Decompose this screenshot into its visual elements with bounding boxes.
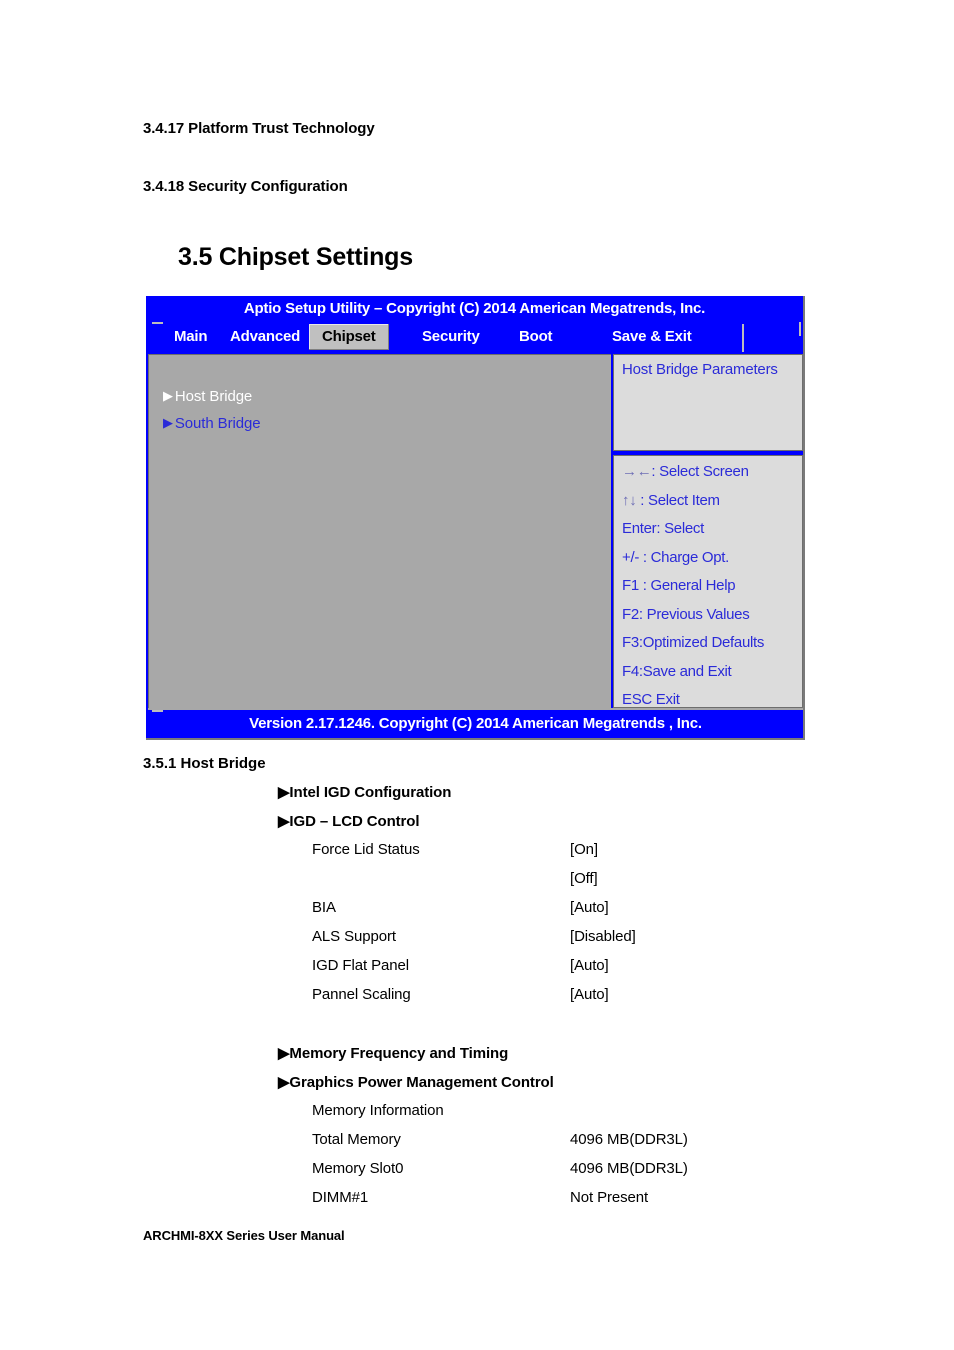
legend-save-and-exit: F4:Save and Exit bbox=[622, 662, 732, 680]
bios-help-title-panel: Host Bridge Parameters bbox=[613, 354, 803, 451]
legend-enter-select: Enter: Select bbox=[622, 520, 704, 537]
setting-value: [Auto] bbox=[570, 957, 609, 974]
menu-left-tick bbox=[152, 322, 163, 324]
setting-value: [Auto] bbox=[570, 986, 609, 1003]
arrow-left-right-icon: →← bbox=[622, 463, 652, 480]
setting-value: 4096 MB(DDR3L) bbox=[570, 1160, 688, 1177]
setting-label: ▶IGD – LCD Control bbox=[278, 813, 420, 830]
triangle-right-icon: ▶ bbox=[163, 388, 173, 403]
setting-value: [Disabled] bbox=[570, 928, 636, 945]
legend-previous-values: F2: Previous Values bbox=[622, 605, 750, 623]
setting-value: [Auto] bbox=[570, 899, 609, 916]
setting-label: Memory Information bbox=[312, 1102, 444, 1119]
menu-entry-host-bridge-label: Host Bridge bbox=[174, 388, 253, 405]
page-footer: ARCHMI-8XX Series User Manual bbox=[143, 1228, 345, 1243]
bios-screenshot: Aptio Setup Utility – Copyright (C) 2014… bbox=[146, 296, 805, 740]
tab-main[interactable]: Main bbox=[174, 324, 208, 350]
legend-esc-exit: ESC Exit bbox=[622, 691, 680, 708]
setting-value: [On] bbox=[570, 841, 598, 858]
bios-left-panel: ▶ Host Bridge ▶ South Bridge bbox=[148, 354, 611, 708]
setting-label: Pannel Scaling bbox=[312, 986, 411, 1003]
setting-label: Total Memory bbox=[312, 1131, 401, 1148]
legend-general-help: F1 : General Help bbox=[622, 577, 736, 594]
setting-value: Not Present bbox=[570, 1189, 649, 1206]
setting-label: Force Lid Status bbox=[312, 841, 420, 858]
setting-label: ▶Intel IGD Configuration bbox=[278, 784, 452, 801]
menu-edge-rule bbox=[799, 322, 801, 336]
heading-3-4-17: 3.4.17 Platform Trust Technology bbox=[143, 120, 375, 137]
legend-charge-opt: +/- : Charge Opt. bbox=[622, 548, 730, 566]
bios-key-legend-panel: →←: Select Screen ↑↓ : Select Item Enter… bbox=[613, 455, 803, 708]
setting-label: ALS Support bbox=[312, 928, 396, 945]
menu-separator-rule bbox=[742, 324, 744, 352]
legend-optimized-defaults: F3:Optimized Defaults bbox=[622, 634, 765, 651]
legend-select-screen-label: : Select Screen bbox=[651, 463, 749, 480]
menu-entry-south-bridge[interactable]: ▶ South Bridge bbox=[163, 415, 261, 432]
setting-value: 4096 MB(DDR3L) bbox=[570, 1131, 688, 1148]
setting-label: DIMM#1 bbox=[312, 1189, 369, 1206]
bios-version-bar: Version 2.17.1246. Copyright (C) 2014 Am… bbox=[148, 710, 803, 738]
triangle-right-icon: ▶ bbox=[163, 415, 173, 430]
legend-select-item: ↑↓ : Select Item bbox=[622, 492, 720, 509]
help-title-text: Host Bridge Parameters bbox=[622, 361, 778, 378]
tab-security[interactable]: Security bbox=[422, 324, 480, 350]
setting-label: ▶Memory Frequency and Timing bbox=[278, 1045, 509, 1062]
tab-boot[interactable]: Boot bbox=[519, 324, 553, 350]
tab-chipset[interactable]: Chipset bbox=[309, 324, 389, 350]
arrow-up-down-icon: ↑↓ bbox=[622, 491, 637, 509]
setting-label: IGD Flat Panel bbox=[312, 957, 409, 974]
tab-advanced[interactable]: Advanced bbox=[230, 324, 300, 350]
page-title: 3.5 Chipset Settings bbox=[178, 243, 413, 271]
bios-menu-bar: Main Advanced Chipset Security Boot Save… bbox=[146, 322, 803, 352]
heading-3-4-18: 3.4.18 Security Configuration bbox=[143, 178, 348, 195]
bios-title-bar: Aptio Setup Utility – Copyright (C) 2014… bbox=[243, 300, 706, 317]
setting-label: BIA bbox=[312, 899, 336, 916]
menu-entry-host-bridge[interactable]: ▶ Host Bridge bbox=[163, 388, 252, 405]
legend-select-screen: →←: Select Screen bbox=[622, 463, 749, 480]
tab-save-and-exit[interactable]: Save & Exit bbox=[612, 324, 692, 350]
version-bar-tick bbox=[152, 710, 163, 712]
legend-select-item-label: : Select Item bbox=[636, 491, 720, 509]
setting-value: [Off] bbox=[570, 870, 598, 887]
menu-entry-south-bridge-label: South Bridge bbox=[174, 415, 261, 432]
setting-label: ▶Graphics Power Management Control bbox=[278, 1074, 554, 1091]
subsection-title: 3.5.1 Host Bridge bbox=[143, 755, 266, 772]
setting-label: Memory Slot0 bbox=[312, 1160, 404, 1177]
